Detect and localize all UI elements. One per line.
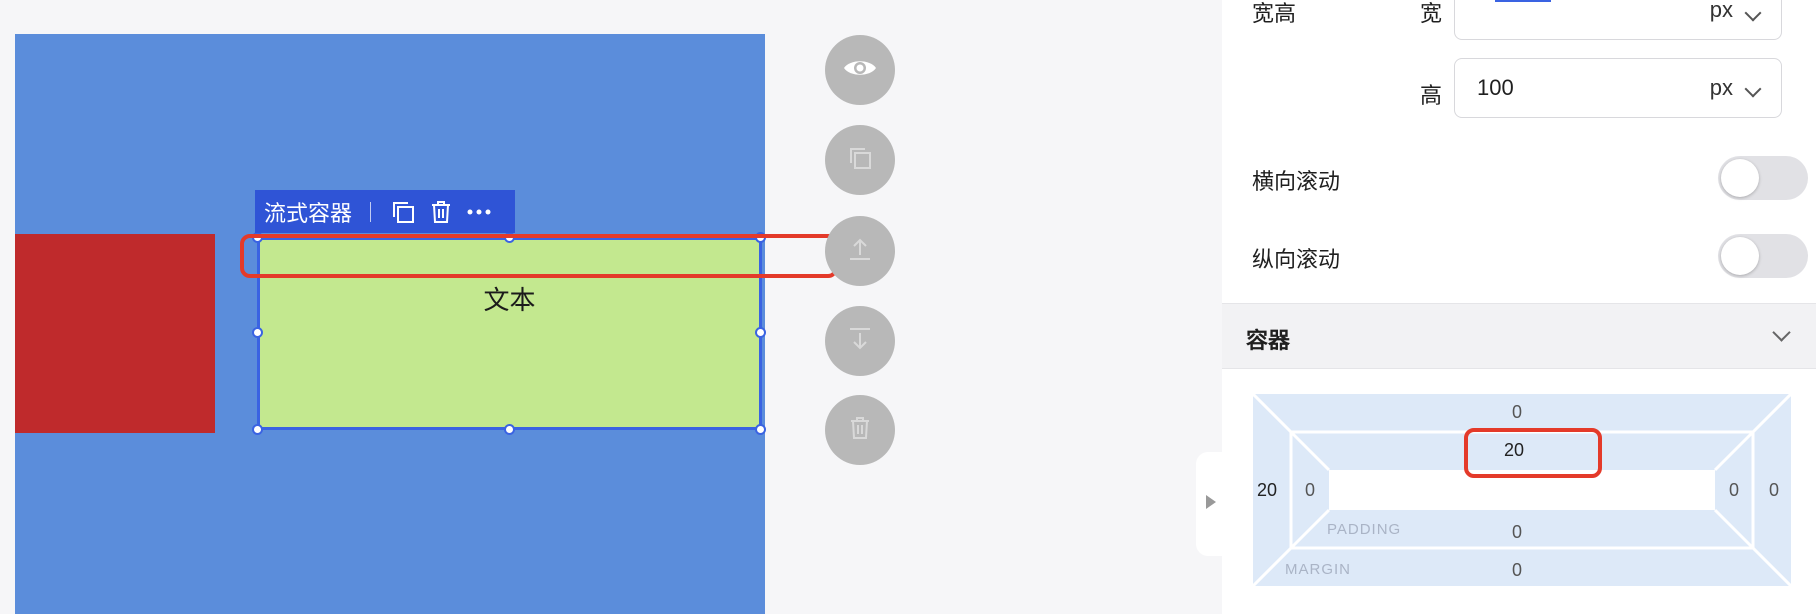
highlight-annotation-padding-top (1464, 428, 1602, 478)
padding-bottom-value[interactable]: 0 (1512, 522, 1522, 543)
size-label: 宽高 (1252, 2, 1297, 27)
vertical-scroll-toggle[interactable] (1718, 234, 1808, 278)
move-up-button[interactable] (825, 216, 895, 286)
container-section-title: 容器 (1246, 328, 1291, 353)
duplicate-button[interactable] (825, 125, 895, 195)
margin-right-value[interactable]: 0 (1769, 480, 1779, 501)
preview-button[interactable] (825, 35, 895, 105)
height-value: 100 (1477, 75, 1514, 100)
horizontal-scroll-toggle[interactable] (1718, 156, 1808, 200)
component-type-label: 流式容器 (264, 201, 353, 227)
caret-right-icon (1205, 494, 1217, 515)
chevron-down-icon[interactable] (1772, 323, 1791, 342)
margin-left-value[interactable]: 20 (1257, 480, 1277, 501)
copy-icon (846, 144, 874, 177)
delete-button[interactable] (825, 395, 895, 465)
more-icon[interactable] (465, 198, 493, 226)
box-model-editor: 0 20 0 0 20 0 0 0 PADDING MARGIN (1253, 394, 1791, 586)
padding-label: PADDING (1327, 521, 1402, 538)
resize-handle-bottom-left[interactable] (252, 424, 263, 435)
margin-bottom-value[interactable]: 0 (1512, 560, 1522, 581)
move-down-icon (846, 325, 874, 358)
eye-icon (843, 57, 877, 84)
height-input[interactable]: 100 px (1454, 58, 1782, 118)
resize-handle-bottom[interactable] (504, 424, 515, 435)
container-section-header[interactable]: 容器 (1222, 303, 1816, 369)
toggle-knob (1721, 237, 1759, 275)
resize-handle-right[interactable] (755, 327, 766, 338)
red-block[interactable] (15, 234, 215, 433)
move-down-button[interactable] (825, 306, 895, 376)
padding-right-value[interactable]: 0 (1729, 480, 1739, 501)
trash-icon[interactable] (427, 198, 455, 226)
copy-icon[interactable] (389, 198, 417, 226)
trash-icon (848, 415, 872, 446)
height-label: 高 (1420, 84, 1443, 109)
chevron-down-icon[interactable] (1744, 80, 1762, 98)
text-element[interactable]: 文本 (260, 280, 759, 317)
highlight-annotation-padding-area (240, 234, 838, 278)
height-unit: px (1709, 75, 1733, 100)
toggle-knob (1721, 159, 1759, 197)
margin-label: MARGIN (1285, 561, 1351, 578)
resize-handle-left[interactable] (252, 327, 263, 338)
width-input-caret (1495, 0, 1551, 2)
vertical-scroll-label: 纵向滚动 (1252, 248, 1341, 273)
padding-left-value[interactable]: 0 (1305, 480, 1315, 501)
width-unit: px (1709, 0, 1733, 22)
selection-toolbar: 流式容器 (255, 190, 515, 233)
width-input[interactable]: px (1454, 0, 1782, 40)
move-up-icon (846, 235, 874, 268)
width-label: 宽 (1420, 2, 1443, 27)
horizontal-scroll-label: 横向滚动 (1252, 170, 1341, 195)
margin-top-value[interactable]: 0 (1512, 402, 1522, 423)
chevron-down-icon[interactable] (1744, 4, 1762, 22)
toolbar-divider (370, 201, 372, 222)
resize-handle-bottom-right[interactable] (755, 424, 766, 435)
